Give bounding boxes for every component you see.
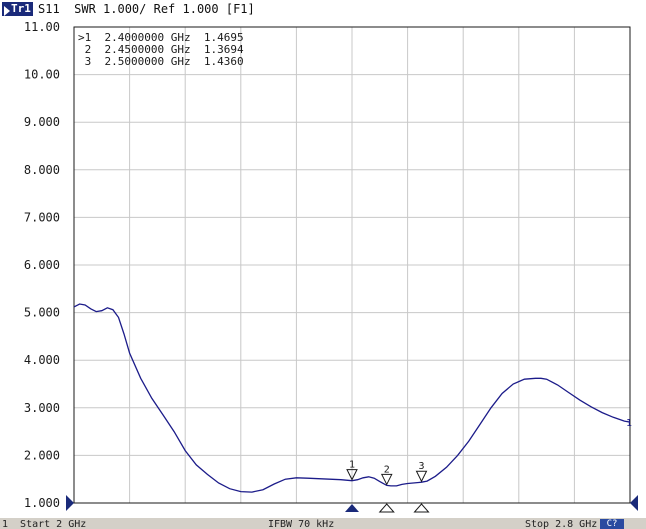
status-footer: 1 Start 2 GHz IFBW 70 kHz Stop 2.8 GHz C…	[0, 518, 646, 529]
ifbw-label: IFBW 70 kHz	[268, 519, 335, 529]
stimulus-marker-icon[interactable]	[345, 504, 359, 512]
y-tick-label: 3.000	[24, 401, 60, 415]
channel-badge[interactable]: C?	[600, 519, 624, 529]
marker-id-label: 1	[349, 460, 355, 471]
vna-screen: Tr1 S11 SWR 1.000/ Ref 1.000 [F1] 11.00 1…	[0, 0, 646, 529]
stimulus-marker-icon[interactable]	[378, 503, 395, 513]
y-tick-label: 5.000	[24, 306, 60, 320]
y-tick-label: 11.00	[24, 20, 60, 34]
reference-arrow-right-icon	[630, 495, 638, 511]
y-tick-label: 8.000	[24, 163, 60, 177]
y-tick-label: 1.000	[24, 496, 60, 510]
marker-triangle-icon[interactable]	[415, 470, 428, 483]
y-tick-label: 10.00	[24, 68, 60, 82]
trace-end-label: 1	[626, 418, 632, 429]
y-tick-label: 6.000	[24, 258, 60, 272]
y-tick-label: 9.000	[24, 115, 60, 129]
y-tick-label: 2.000	[24, 448, 60, 462]
marker-table-row: 3 2.5000000 GHz 1.4360	[78, 55, 244, 68]
y-tick-label: 4.000	[24, 353, 60, 367]
stop-frequency: Stop 2.8 GHz	[525, 519, 598, 529]
stimulus-marker-icon[interactable]	[413, 503, 430, 513]
marker-id-label: 2	[384, 464, 390, 475]
swr-chart: 11.00 10.00 9.000 8.000 7.000 6.000 5.000 4.000…	[24, 20, 638, 513]
reference-arrow-left-icon	[66, 495, 74, 511]
start-frequency: 1 Start 2 GHz	[2, 519, 87, 529]
y-tick-label: 7.000	[24, 210, 60, 224]
marker-id-label: 3	[418, 461, 424, 472]
